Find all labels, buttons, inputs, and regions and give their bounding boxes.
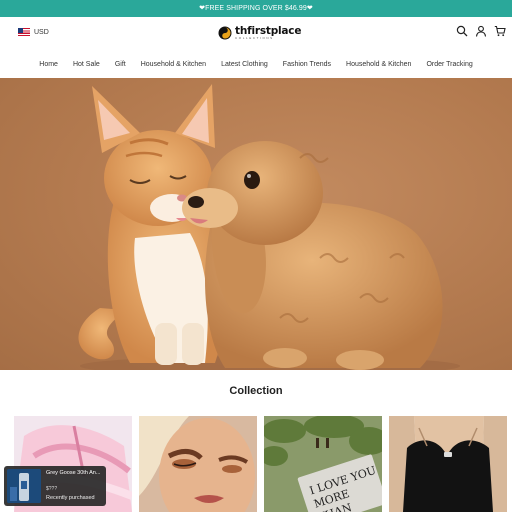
- nav-item-order-tracking[interactable]: Order Tracking: [426, 58, 472, 72]
- site-header: USD thfirstplace COLLECTIONS Home Hot Sa…: [0, 17, 512, 79]
- collection-title: Collection: [229, 385, 283, 397]
- makeup-model-image: [139, 416, 257, 512]
- popup-product-price: $???: [46, 486, 58, 492]
- love-you-more-sign-image: I LOVE YOU MORE THAN: [264, 416, 382, 512]
- nav-item-latest-clothing[interactable]: Latest Clothing: [221, 58, 268, 72]
- collection-tile-bodysuit[interactable]: [389, 416, 507, 512]
- nav-item-household-kitchen[interactable]: Household & Kitchen: [141, 58, 206, 72]
- kitten-puppy-image: [78, 84, 460, 370]
- nav-item-fashion-trends[interactable]: Fashion Trends: [283, 58, 331, 72]
- logo-name: thfirstplace: [235, 25, 302, 37]
- popup-product-name: Grey Goose 30th An...: [46, 470, 101, 476]
- search-icon[interactable]: [456, 25, 468, 37]
- currency-selector[interactable]: USD: [18, 26, 49, 38]
- recent-purchase-popup[interactable]: Grey Goose 30th An... $??? Recently purc…: [4, 466, 106, 506]
- currency-label: USD: [34, 28, 49, 36]
- site-logo[interactable]: thfirstplace COLLECTIONS: [218, 23, 301, 43]
- black-bodysuit-image: [389, 416, 507, 512]
- main-nav: Home Hot Sale Gift Household & Kitchen L…: [0, 58, 512, 72]
- popup-status: Recently purchased: [46, 495, 95, 501]
- nav-item-household-kitchen-2[interactable]: Household & Kitchen: [346, 58, 411, 72]
- popup-product-thumbnail: [7, 469, 41, 503]
- us-flag-icon: [18, 28, 30, 36]
- announcement-bar: ❤FREE SHIPPING OVER $46.99❤: [0, 0, 512, 17]
- collection-tile-love-sign[interactable]: I LOVE YOU MORE THAN: [264, 416, 382, 512]
- nav-item-gift[interactable]: Gift: [115, 58, 126, 72]
- nav-item-hot-sale[interactable]: Hot Sale: [73, 58, 100, 72]
- nav-item-home[interactable]: Home: [39, 58, 58, 72]
- logo-mark-icon: [218, 26, 232, 40]
- collection-tile-makeup[interactable]: [139, 416, 257, 512]
- bottle-icon: [7, 469, 41, 503]
- account-icon[interactable]: [475, 25, 487, 37]
- cart-icon[interactable]: [494, 25, 506, 37]
- hero-banner[interactable]: [0, 78, 512, 370]
